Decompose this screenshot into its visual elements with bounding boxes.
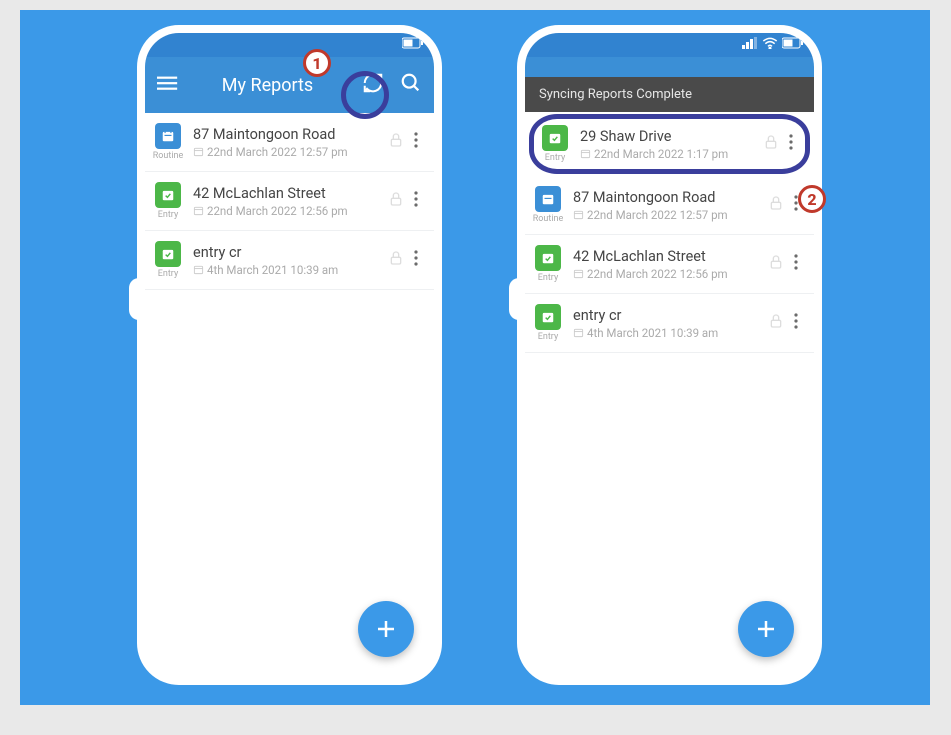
- add-report-button[interactable]: [358, 601, 414, 657]
- row-type: Entry: [147, 182, 189, 220]
- calendar-check-icon: [535, 304, 561, 330]
- report-row[interactable]: Routine 87 Maintongoon Road 22nd March 2…: [145, 113, 434, 172]
- row-type-label: Entry: [534, 153, 576, 163]
- row-title: entry cr: [193, 244, 388, 261]
- date-icon: [573, 209, 584, 220]
- wifi-icon: [762, 37, 778, 49]
- calendar-check-icon: [155, 182, 181, 208]
- row-type: Routine: [527, 186, 569, 224]
- row-title: 87 Maintongoon Road: [573, 189, 768, 206]
- sync-toast: Syncing Reports Complete: [525, 77, 814, 112]
- row-type: Entry: [527, 245, 569, 283]
- battery-icon: [782, 37, 804, 49]
- row-type-label: Entry: [527, 332, 569, 342]
- lock-icon: [768, 195, 784, 215]
- calendar-check-icon: [535, 245, 561, 271]
- app-bar-collapsed: [525, 57, 814, 77]
- status-bar: [525, 33, 814, 57]
- report-row[interactable]: Entry 42 McLachlan Street 22nd March 202…: [145, 172, 434, 231]
- row-title: 29 Shaw Drive: [580, 128, 763, 145]
- row-type-label: Routine: [527, 214, 569, 224]
- calendar-check-icon: [155, 241, 181, 267]
- date-icon: [193, 146, 204, 157]
- more-icon[interactable]: [785, 130, 797, 158]
- report-row-new[interactable]: Entry 29 Shaw Drive 22nd March 2022 1:17…: [529, 114, 810, 174]
- row-title: entry cr: [573, 307, 768, 324]
- more-icon[interactable]: [410, 246, 422, 274]
- battery-icon: [402, 37, 424, 49]
- row-date: 22nd March 2022 12:56 pm: [207, 204, 348, 218]
- row-date: 22nd March 2022 12:57 pm: [207, 145, 348, 159]
- date-icon: [573, 327, 584, 338]
- sync-icon[interactable]: [356, 66, 390, 104]
- row-date: 22nd March 2022 12:56 pm: [587, 267, 728, 281]
- lock-icon: [388, 191, 404, 211]
- row-type: Routine: [147, 123, 189, 161]
- row-type-label: Entry: [147, 210, 189, 220]
- report-row[interactable]: Routine 87 Maintongoon Road 22nd March 2…: [525, 176, 814, 235]
- row-date: 22nd March 2022 12:57 pm: [587, 208, 728, 222]
- date-icon: [193, 205, 204, 216]
- row-type-label: Entry: [527, 273, 569, 283]
- add-report-button[interactable]: [738, 601, 794, 657]
- row-title: 42 McLachlan Street: [193, 185, 388, 202]
- row-type: Entry: [527, 304, 569, 342]
- row-title: 42 McLachlan Street: [573, 248, 768, 265]
- plus-icon: [754, 617, 778, 641]
- more-icon[interactable]: [790, 250, 802, 278]
- lock-icon: [388, 250, 404, 270]
- cellular-icon: [742, 37, 758, 49]
- date-icon: [193, 264, 204, 275]
- canvas: My Reports Routine: [20, 10, 930, 705]
- menu-icon[interactable]: [157, 72, 179, 98]
- more-icon[interactable]: [410, 187, 422, 215]
- date-icon: [580, 148, 591, 159]
- report-list: Routine 87 Maintongoon Road 22nd March 2…: [145, 113, 434, 290]
- report-list: Entry 29 Shaw Drive 22nd March 2022 1:17…: [525, 114, 814, 353]
- report-row[interactable]: Entry 42 McLachlan Street 22nd March 202…: [525, 235, 814, 294]
- annotation-marker-1: 1: [303, 49, 331, 77]
- annotation-marker-2: 2: [798, 185, 826, 213]
- row-type-label: Entry: [147, 269, 189, 279]
- phone-after: Syncing Reports Complete Entry 29 Shaw D…: [517, 25, 822, 685]
- calendar-check-icon: [542, 125, 568, 151]
- row-type: Entry: [534, 125, 576, 163]
- lock-icon: [768, 254, 784, 274]
- phone-side-button: [509, 278, 525, 320]
- app-bar: My Reports: [145, 57, 434, 113]
- phone-before: My Reports Routine: [137, 25, 442, 685]
- report-row[interactable]: Entry entry cr 4th March 2021 10:39 am: [525, 294, 814, 353]
- row-type: Entry: [147, 241, 189, 279]
- calendar-icon: [155, 123, 181, 149]
- calendar-icon: [535, 186, 561, 212]
- search-icon[interactable]: [400, 72, 422, 98]
- lock-icon: [763, 134, 779, 154]
- lock-icon: [768, 313, 784, 333]
- row-date: 4th March 2021 10:39 am: [587, 326, 718, 340]
- report-row[interactable]: Entry entry cr 4th March 2021 10:39 am: [145, 231, 434, 290]
- more-icon[interactable]: [410, 128, 422, 156]
- phone-side-button: [129, 278, 145, 320]
- date-icon: [573, 268, 584, 279]
- row-title: 87 Maintongoon Road: [193, 126, 388, 143]
- row-date: 22nd March 2022 1:17 pm: [594, 147, 728, 161]
- row-date: 4th March 2021 10:39 am: [207, 263, 338, 277]
- row-type-label: Routine: [147, 151, 189, 161]
- plus-icon: [374, 617, 398, 641]
- app-title: My Reports: [189, 75, 346, 96]
- status-bar: [145, 33, 434, 57]
- more-icon[interactable]: [790, 309, 802, 337]
- lock-icon: [388, 132, 404, 152]
